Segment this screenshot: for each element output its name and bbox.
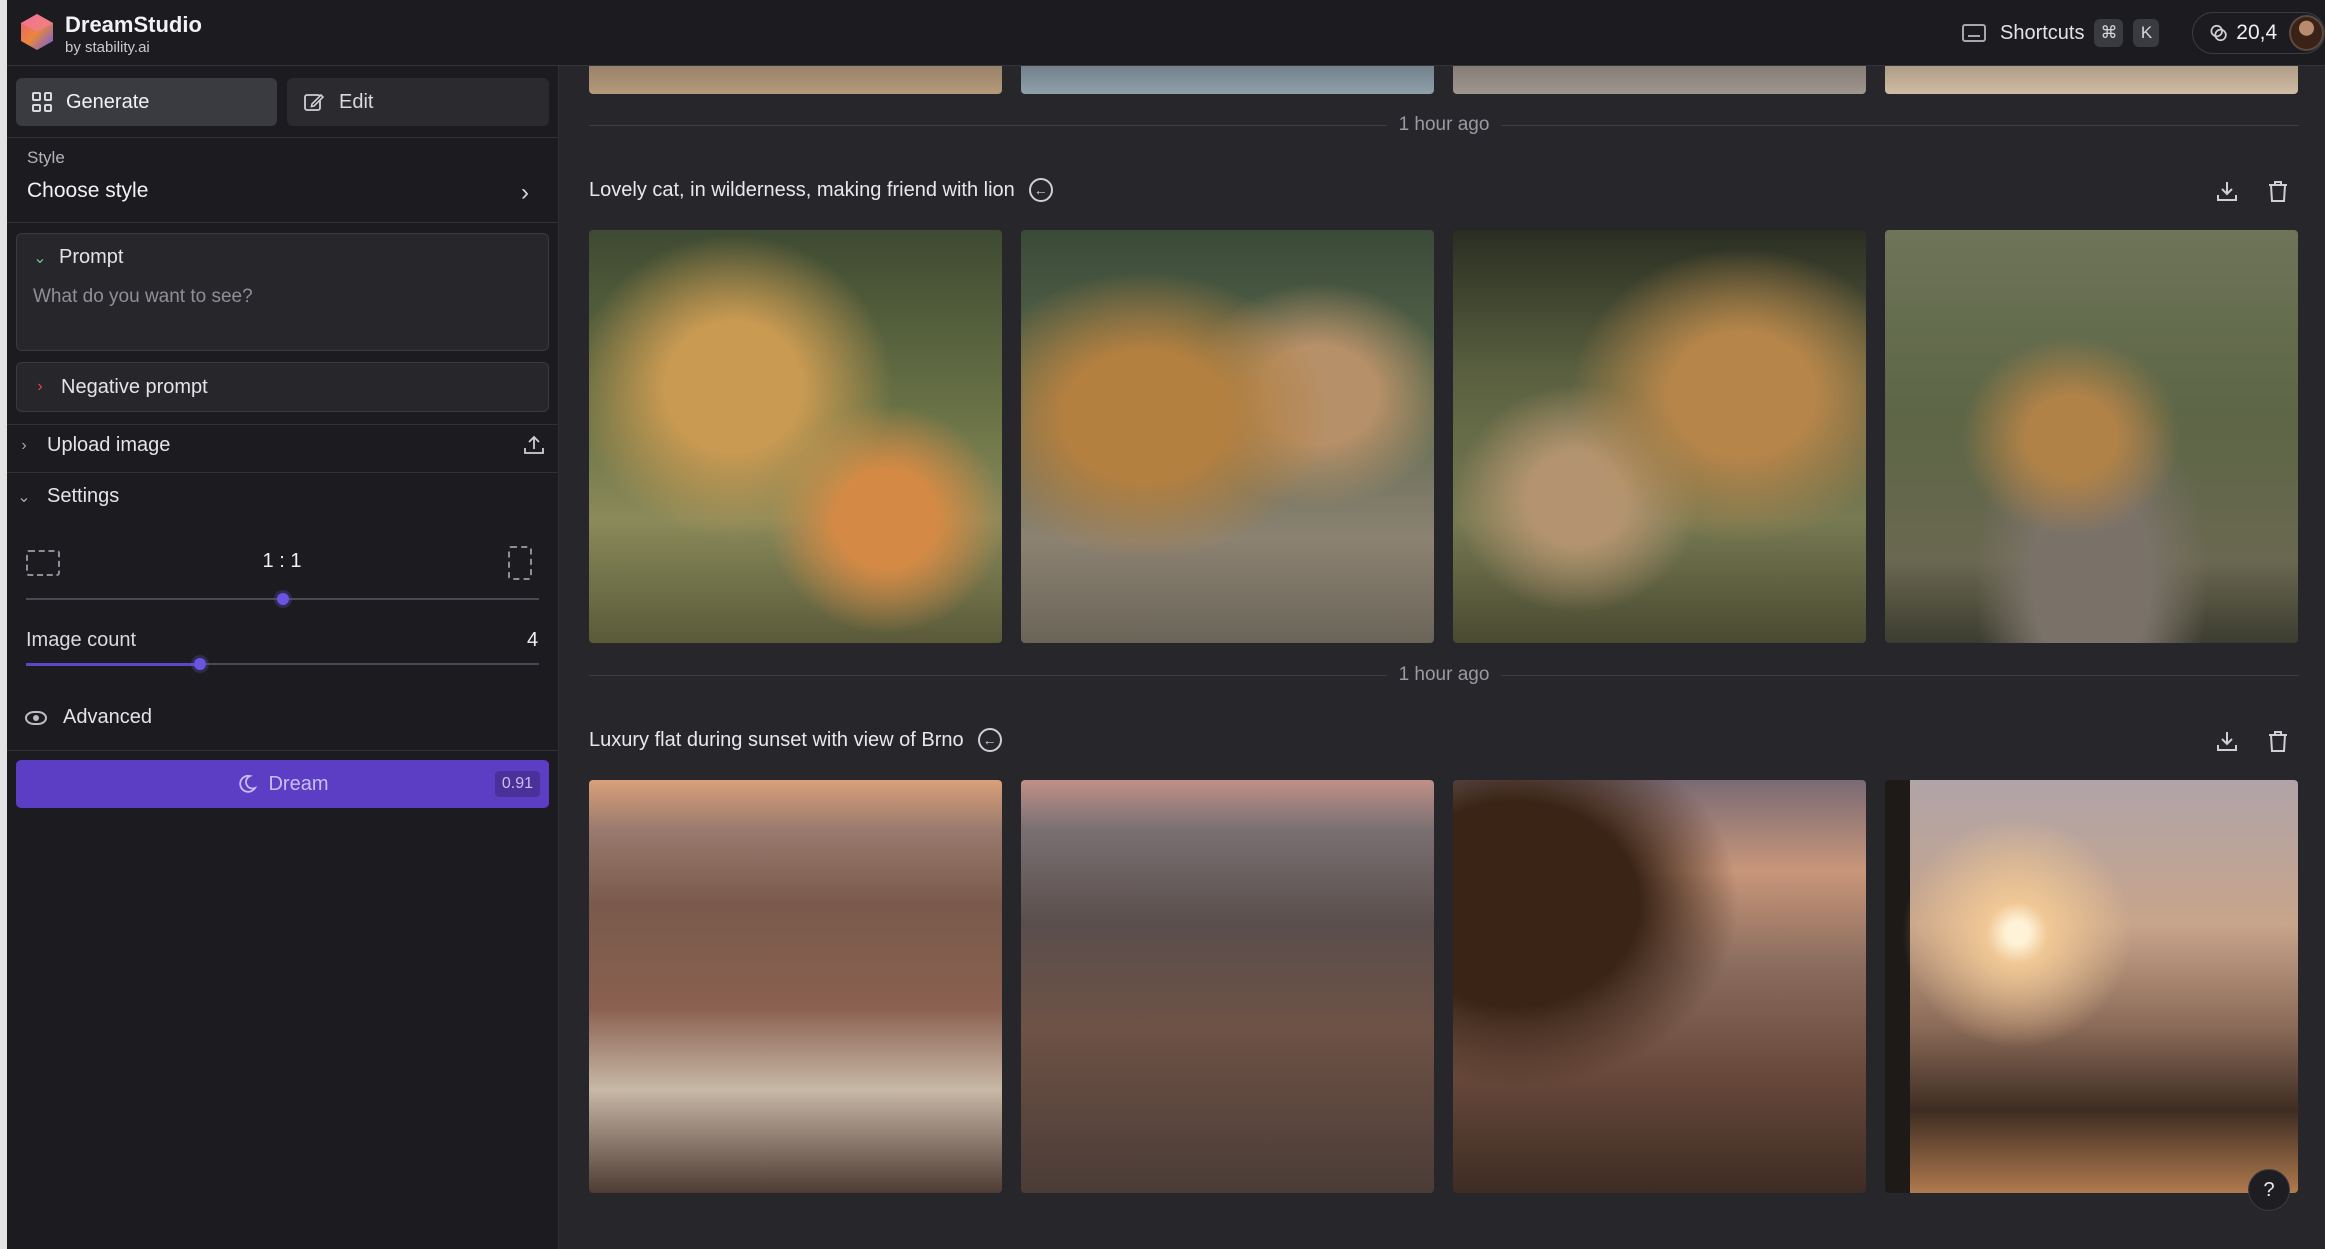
- negative-prompt-label: Negative prompt: [61, 375, 208, 398]
- help-button[interactable]: ?: [2248, 1169, 2290, 1211]
- sidebar: Generate Edit Style Choose style › ⌄ Pro…: [7, 66, 559, 1249]
- prompt-field[interactable]: ⌄ Prompt What do you want to see?: [16, 233, 549, 351]
- portrait-ratio-icon[interactable]: [508, 546, 532, 580]
- eye-icon: [25, 710, 47, 725]
- image-count-slider[interactable]: [26, 658, 539, 670]
- group-prompt: Luxury flat during sunset with view of B…: [589, 728, 964, 751]
- settings-label: Settings: [47, 485, 120, 507]
- style-label: Style: [27, 148, 65, 167]
- generated-image[interactable]: [1021, 780, 1434, 1193]
- generated-image[interactable]: [1453, 780, 1866, 1193]
- generated-image[interactable]: [589, 780, 1002, 1193]
- top-bar: DreamStudio by stability.ai Shortcuts ⌘ …: [0, 0, 2325, 66]
- upload-image-toggle[interactable]: › Upload image: [17, 434, 170, 457]
- credits-value: 20,4: [2236, 21, 2278, 44]
- credits-icon: [2210, 24, 2227, 42]
- upload-icon[interactable]: [523, 434, 545, 456]
- tab-generate-label: Generate: [66, 90, 150, 113]
- group-time: 1 hour ago: [1386, 114, 1502, 135]
- reuse-prompt-icon[interactable]: ←: [977, 728, 1002, 752]
- generated-image[interactable]: [589, 230, 1002, 643]
- slider-thumb[interactable]: [276, 593, 289, 605]
- user-avatar[interactable]: [2289, 15, 2324, 51]
- generated-image[interactable]: [1021, 66, 1434, 94]
- app-name: DreamStudio: [65, 12, 202, 37]
- slider-thumb[interactable]: [194, 658, 207, 670]
- edit-icon: [304, 93, 325, 111]
- download-icon[interactable]: [2214, 728, 2240, 754]
- command-key: ⌘: [2094, 19, 2124, 47]
- generated-image[interactable]: [1885, 66, 2298, 94]
- aspect-ratio-value: 1 : 1: [262, 550, 302, 572]
- style-selector[interactable]: Choose style: [27, 179, 148, 203]
- keyboard-icon: [1962, 24, 1986, 42]
- dream-cost-badge: 0.91: [494, 771, 540, 797]
- timestamp-divider: 1 hour ago: [589, 664, 2299, 688]
- advanced-toggle[interactable]: Advanced: [25, 706, 152, 729]
- shortcuts-button[interactable]: Shortcuts ⌘ K: [1962, 18, 2160, 48]
- timestamp-divider: 1 hour ago: [589, 114, 2299, 138]
- landscape-ratio-icon[interactable]: [26, 550, 60, 576]
- divider: [7, 750, 559, 751]
- generated-image[interactable]: [1021, 230, 1434, 643]
- app-byline: by stability.ai: [65, 39, 150, 56]
- group-header: Lovely cat, in wilderness, making friend…: [589, 178, 1053, 202]
- group-prompt: Lovely cat, in wilderness, making friend…: [589, 178, 1015, 201]
- tab-edit-label: Edit: [339, 90, 374, 113]
- divider: [7, 424, 559, 425]
- tab-edit[interactable]: Edit: [287, 78, 549, 126]
- chevron-right-icon: ›: [37, 378, 43, 395]
- chevron-right-icon: ›: [21, 436, 27, 454]
- advanced-label: Advanced: [63, 706, 152, 728]
- gallery: 1 hour ago Lovely cat, in wilderness, ma…: [560, 66, 2325, 1249]
- image-count-label: Image count: [26, 629, 137, 651]
- download-icon[interactable]: [2214, 178, 2240, 204]
- reuse-prompt-icon[interactable]: ←: [1028, 178, 1053, 202]
- generated-image[interactable]: [589, 66, 1002, 94]
- credits-badge[interactable]: 20,4: [2192, 12, 2325, 54]
- prompt-header[interactable]: ⌄ Prompt: [33, 246, 123, 269]
- generated-image[interactable]: [1885, 780, 2298, 1193]
- aspect-ratio-slider[interactable]: [26, 593, 539, 605]
- divider: [7, 222, 559, 223]
- chevron-right-icon[interactable]: ›: [521, 179, 529, 207]
- image-count-value: 4: [527, 629, 539, 651]
- divider: [7, 137, 559, 138]
- generated-image[interactable]: [1453, 230, 1866, 643]
- chevron-down-icon: ⌄: [33, 249, 47, 267]
- prompt-placeholder[interactable]: What do you want to see?: [33, 286, 253, 308]
- dreamstudio-logo[interactable]: [17, 12, 57, 52]
- k-key: K: [2133, 19, 2160, 47]
- moon-icon: [239, 774, 258, 793]
- group-time: 1 hour ago: [1386, 664, 1502, 685]
- group-header: Luxury flat during sunset with view of B…: [589, 728, 1002, 752]
- shortcuts-label: Shortcuts: [2000, 21, 2085, 44]
- window-edge: [0, 0, 7, 1249]
- prompt-label: Prompt: [59, 246, 124, 268]
- generated-image[interactable]: [1885, 230, 2298, 643]
- chevron-down-icon: ⌄: [17, 488, 31, 506]
- negative-prompt-toggle[interactable]: › Negative prompt: [16, 362, 549, 412]
- tab-generate[interactable]: Generate: [16, 78, 277, 126]
- generated-image[interactable]: [1453, 66, 1866, 94]
- grid-icon: [32, 92, 52, 112]
- dream-button[interactable]: Dream 0.91: [16, 760, 549, 808]
- settings-toggle[interactable]: ⌄ Settings: [17, 485, 119, 508]
- trash-icon[interactable]: [2265, 728, 2291, 754]
- divider: [7, 472, 559, 473]
- trash-icon[interactable]: [2265, 178, 2291, 204]
- slider-fill: [26, 663, 201, 666]
- dream-label: Dream: [268, 772, 329, 795]
- upload-image-label: Upload image: [47, 434, 171, 456]
